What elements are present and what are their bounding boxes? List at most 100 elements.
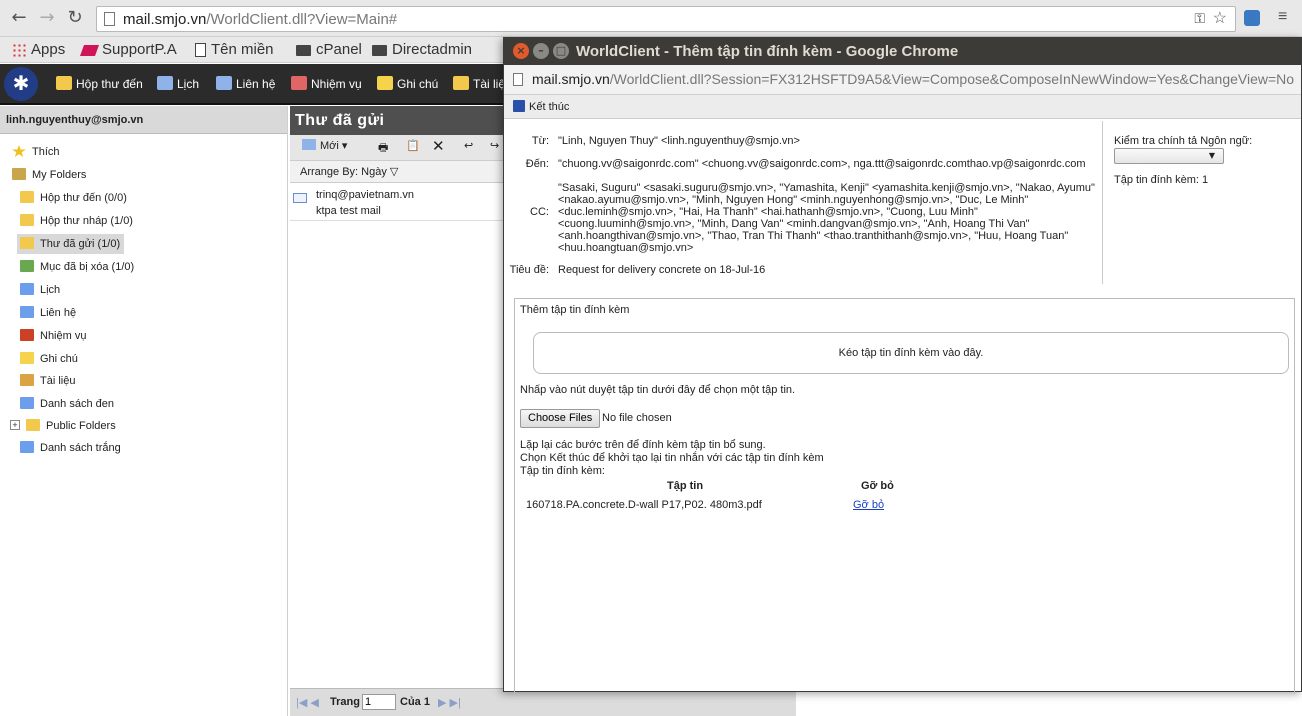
nav-contacts[interactable]: Liên hệ xyxy=(216,76,275,91)
close-window-icon[interactable]: × xyxy=(513,43,529,59)
compose-icon xyxy=(302,139,316,150)
blacklist-icon xyxy=(20,397,34,409)
support-icon xyxy=(79,44,100,56)
bookmark-star-icon[interactable]: ☆ xyxy=(1213,8,1227,28)
to-value: "chuong.vv@saigonrdc.com" <chuong.vv@sai… xyxy=(558,158,1086,170)
envelope-icon xyxy=(293,193,307,203)
folder-my-folders[interactable]: My Folders xyxy=(12,165,86,185)
drafts-icon xyxy=(20,214,34,226)
notes-icon xyxy=(20,352,34,364)
folder-contacts[interactable]: Liên hệ xyxy=(20,303,76,323)
finish-hint: Chọn Kết thúc để khởi tạo lại tin nhắn v… xyxy=(520,452,824,464)
tasks-icon xyxy=(20,329,34,341)
cc-value: "Sasaki, Suguru" <sasaki.suguru@smjo.vn>… xyxy=(558,182,1095,254)
attach-popup-window: × – □ WorldClient - Thêm tập tin đính kè… xyxy=(503,37,1302,694)
folder-inbox[interactable]: Hộp thư đến (0/0) xyxy=(20,188,127,208)
folder-blacklist[interactable]: Danh sách đen xyxy=(20,394,114,414)
nav-tasks[interactable]: Nhiệm vụ xyxy=(291,76,362,91)
nav-notes[interactable]: Ghi chú xyxy=(377,76,438,91)
page-count: Của 1 xyxy=(400,696,430,708)
extension-icon[interactable] xyxy=(1244,10,1260,26)
page-label: Trang xyxy=(330,696,360,708)
whitelist-icon xyxy=(20,441,34,453)
star-icon xyxy=(12,145,26,157)
nav-inbox[interactable]: Hộp thư đến xyxy=(56,76,143,91)
folder-sent[interactable]: Thư đã gửi (1/0) xyxy=(17,234,125,254)
finish-toolbar: Kết thúc xyxy=(504,95,1301,119)
forward-icon[interactable]: ↪ xyxy=(490,139,499,152)
folder-whitelist[interactable]: Danh sách trắng xyxy=(20,438,121,458)
contacts-icon xyxy=(216,76,232,90)
header-divider xyxy=(1102,121,1103,284)
reload-icon[interactable]: ↻ xyxy=(64,7,86,29)
attach-heading: Thêm tập tin đính kèm xyxy=(520,304,630,316)
back-icon[interactable]: ← xyxy=(8,7,30,29)
next-page-icon[interactable]: ▶ ▶| xyxy=(438,696,461,709)
account-name: linh.nguyenthuy@smjo.vn xyxy=(0,106,287,134)
folder-trash[interactable]: Mục đã bị xóa (1/0) xyxy=(20,257,134,277)
expand-public-folders-button[interactable]: + xyxy=(10,420,20,430)
subject-value: Request for delivery concrete on 18-Jul-… xyxy=(558,264,766,276)
move-icon[interactable]: 📋 xyxy=(406,139,420,152)
reply-icon[interactable]: ↩ xyxy=(464,139,473,152)
file-column-header: Tập tin xyxy=(667,480,704,492)
popup-title: WorldClient - Thêm tập tin đính kèm - Go… xyxy=(576,43,959,60)
documents-icon xyxy=(453,76,469,90)
calendar-icon xyxy=(20,283,34,295)
worldclient-logo-icon[interactable]: ✱ xyxy=(4,67,38,101)
new-message-button[interactable]: Mới ▾ xyxy=(302,139,347,152)
remove-column-header: Gỡ bỏ xyxy=(861,480,894,492)
documents-icon xyxy=(20,374,34,386)
folder-tasks[interactable]: Nhiệm vụ xyxy=(20,326,86,346)
nav-documents[interactable]: Tài liệ xyxy=(453,76,505,91)
address-bar[interactable]: mail.smjo.vn/WorldClient.dll?View=Main# … xyxy=(96,6,1236,32)
apps-grid-icon xyxy=(12,43,26,58)
folder-notes[interactable]: Ghi chú xyxy=(20,349,78,369)
browse-hint: Nhấp vào nút duyệt tập tin dưới đây để c… xyxy=(520,384,796,396)
folder-icon xyxy=(372,44,387,56)
maximize-window-icon[interactable]: □ xyxy=(553,43,569,59)
popup-url: mail.smjo.vn/WorldClient.dll?Session=FX3… xyxy=(532,71,1295,87)
folder-drafts[interactable]: Hộp thư nháp (1/0) xyxy=(20,211,133,231)
minimize-window-icon[interactable]: – xyxy=(533,43,549,59)
remove-attachment-link[interactable]: Gỡ bỏ xyxy=(853,499,884,512)
compose-header: Từ: "Linh, Nguyen Thuy" <linh.nguyenthuy… xyxy=(504,121,1301,291)
bookmark-supportpa[interactable]: SupportP.A xyxy=(79,39,177,61)
sent-icon xyxy=(20,237,34,249)
repeat-hint: Lặp lại các bước trên để đính kèm tập ti… xyxy=(520,439,766,451)
menu-icon[interactable]: ≡ xyxy=(1278,8,1287,26)
inbox-icon xyxy=(56,76,72,90)
contacts-icon xyxy=(20,306,34,318)
key-icon[interactable]: ⚿ xyxy=(1194,10,1205,27)
bookmark-directadmin[interactable]: Directadmin xyxy=(372,39,472,61)
forward-icon[interactable]: → xyxy=(36,7,58,29)
bookmark-cpanel[interactable]: cPanel xyxy=(296,39,362,61)
attachment-list-label: Tập tin đính kèm: xyxy=(520,465,605,477)
from-value: "Linh, Nguyen Thuy" <linh.nguyenthuy@smj… xyxy=(558,135,800,147)
tasks-icon xyxy=(291,76,307,90)
print-icon[interactable]: 🖶 xyxy=(378,139,388,158)
folder-calendar[interactable]: Lịch xyxy=(20,280,60,300)
attach-panel: Thêm tập tin đính kèm Kéo tập tin đính k… xyxy=(514,298,1295,694)
delete-icon[interactable]: ✕ xyxy=(432,137,445,155)
language-select[interactable] xyxy=(1114,148,1224,164)
no-file-text: No file chosen xyxy=(602,412,672,424)
folder-public-folders[interactable]: Public Folders xyxy=(26,416,116,436)
page-input[interactable] xyxy=(362,694,396,710)
address-url: mail.smjo.vn/WorldClient.dll?View=Main# xyxy=(123,11,398,28)
attachment-count: Tập tin đính kèm: 1 xyxy=(1114,174,1209,186)
folder-favorites[interactable]: Thích xyxy=(12,142,60,162)
folder-sidebar: linh.nguyenthuy@smjo.vn Thích My Folders… xyxy=(0,106,288,716)
drop-zone[interactable]: Kéo tập tin đính kèm vào đây. xyxy=(533,332,1289,374)
inbox-icon xyxy=(20,191,34,203)
first-page-icon[interactable]: |◀ ◀ xyxy=(296,696,319,709)
nav-calendar[interactable]: Lịch xyxy=(157,76,199,91)
bookmark-apps[interactable]: Apps xyxy=(12,39,65,61)
attachment-file-name: 160718.PA.concrete.D-wall P17,P02. 480m3… xyxy=(526,499,762,511)
bookmark-ten-mien[interactable]: Tên miền xyxy=(195,39,274,61)
page-icon xyxy=(195,43,206,58)
choose-files-button[interactable]: Choose Files xyxy=(520,409,601,428)
folder-documents[interactable]: Tài liệu xyxy=(20,371,75,391)
popup-address-bar[interactable]: mail.smjo.vn/WorldClient.dll?Session=FX3… xyxy=(504,65,1301,95)
finish-button[interactable]: Kết thúc xyxy=(529,101,569,113)
